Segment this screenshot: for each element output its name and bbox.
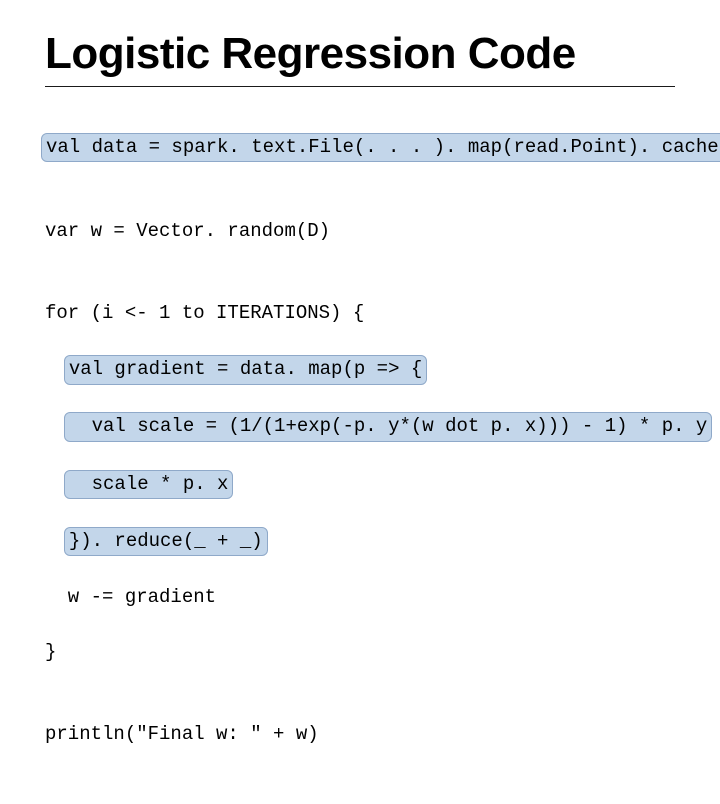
slide-title: Logistic Regression Code [45,30,675,78]
code-line: println("Final w: " + w) [45,721,675,749]
code-highlight-1: val data = spark. text.File(. . . ). map… [41,133,720,163]
code-highlight-2: }). reduce(_ + _) [64,527,268,557]
code-block: val data = spark. text.File(. . . ). map… [45,105,675,804]
code-line: var w = Vector. random(D) [45,218,675,246]
code-highlight-2: scale * p. x [64,470,234,500]
code-line: for (i <- 1 to ITERATIONS) { [45,300,675,328]
code-line: w -= gradient [45,584,675,612]
code-line: } [45,639,675,667]
slide: Logistic Regression Code val data = spar… [0,0,720,540]
code-highlight-2: val scale = (1/(1+exp(-p. y*(w dot p. x)… [64,412,713,442]
code-highlight-2: val gradient = data. map(p => { [64,355,427,385]
title-rule [45,86,675,87]
